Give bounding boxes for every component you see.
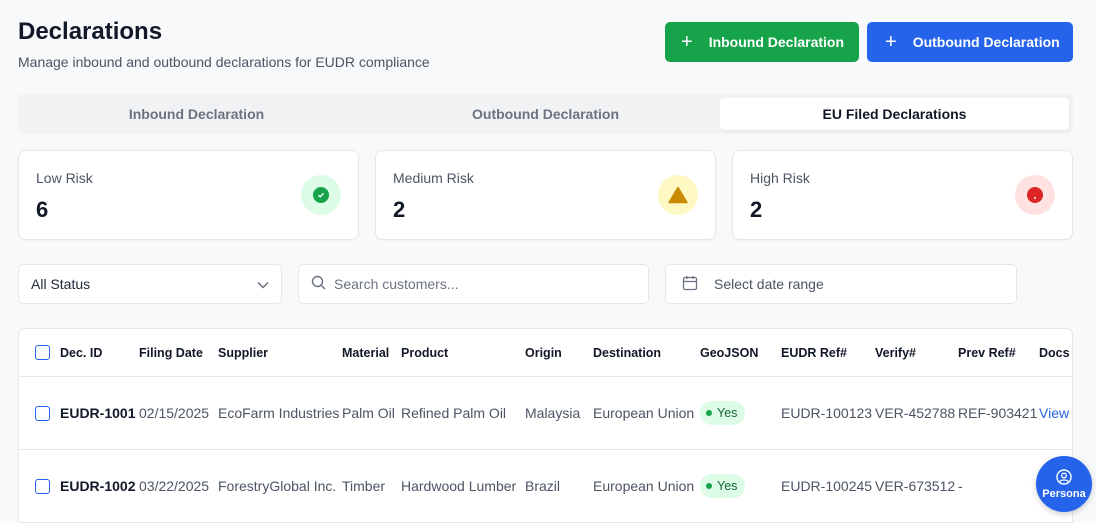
declaration-id: EUDR-1002 xyxy=(60,478,136,494)
column-header: EUDR Ref# xyxy=(781,345,847,360)
calendar-icon xyxy=(682,275,698,294)
page-header: Declarations Manage inbound and outbound… xyxy=(18,18,430,70)
high-risk-count: 2 xyxy=(750,197,763,222)
low-risk-label: Low Risk xyxy=(36,170,93,186)
origin: Malaysia xyxy=(525,405,581,421)
tab-inbound-declaration[interactable]: Inbound Declaration xyxy=(22,98,371,130)
column-header: Destination xyxy=(593,345,662,360)
table-row[interactable]: EUDR-1001 02/15/2025 EcoFarm Industries … xyxy=(19,377,1072,450)
origin: Brazil xyxy=(525,478,561,494)
tab-outbound-declaration[interactable]: Outbound Declaration xyxy=(371,98,720,130)
supplier: EcoFarm Industries xyxy=(218,405,340,421)
eudr-ref: EUDR-100123 xyxy=(781,405,873,421)
destination: European Union xyxy=(593,405,695,421)
medium-risk-card: Medium Risk 2 xyxy=(375,150,716,240)
alert-circle-icon xyxy=(1015,175,1055,215)
column-header: GeoJSON xyxy=(700,345,759,360)
column-header: Material xyxy=(342,345,390,360)
product: Refined Palm Oil xyxy=(401,405,507,421)
column-header: Product xyxy=(401,345,449,360)
filing-date: 02/15/2025 xyxy=(139,405,210,421)
destination: European Union xyxy=(593,478,695,494)
material: Timber xyxy=(342,478,386,494)
geojson-value: Yes xyxy=(717,406,738,420)
geojson-status-badge: Yes xyxy=(700,401,746,425)
column-header: Docs xyxy=(1039,345,1070,360)
column-header: Prev Ref# xyxy=(958,345,1016,360)
search-input[interactable] xyxy=(334,276,636,292)
view-docs-link[interactable]: View xyxy=(1039,377,1069,449)
high-risk-label: High Risk xyxy=(750,170,810,186)
persona-label: Persona xyxy=(1042,487,1086,500)
geojson-value: Yes xyxy=(717,479,738,493)
column-header: Supplier xyxy=(218,345,269,360)
status-select-value: All Status xyxy=(31,276,91,292)
column-header: Filing Date xyxy=(139,345,203,360)
select-all-checkbox[interactable] xyxy=(35,345,50,360)
row-checkbox[interactable] xyxy=(35,405,50,421)
declarations-table: Dec. ID Filing Date Supplier Material Pr… xyxy=(18,328,1073,523)
status-dot-icon xyxy=(706,483,712,489)
chevron-down-icon xyxy=(257,276,269,292)
warning-triangle-icon xyxy=(658,175,698,215)
search-field xyxy=(298,264,649,304)
table-row[interactable]: EUDR-1002 03/22/2025 ForestryGlobal Inc.… xyxy=(19,450,1072,523)
date-range-picker[interactable]: Select date range xyxy=(665,264,1017,304)
supplier: ForestryGlobal Inc. xyxy=(218,478,337,494)
page-title: Declarations xyxy=(18,18,163,45)
product: Hardwood Lumber xyxy=(401,478,517,494)
persona-button[interactable]: Persona xyxy=(1036,456,1092,512)
check-circle-icon xyxy=(301,175,341,215)
prev-ref: REF-903421 xyxy=(958,405,1038,421)
prev-ref: - xyxy=(958,478,963,494)
geojson-status-badge: Yes xyxy=(700,474,746,498)
plus-icon: + xyxy=(681,31,693,53)
column-header: Dec. ID xyxy=(60,345,103,360)
column-header: Origin xyxy=(525,345,562,360)
filing-date: 03/22/2025 xyxy=(139,478,210,494)
tab-eu-filed-declarations[interactable]: EU Filed Declarations xyxy=(720,98,1069,130)
page-subtitle: Manage inbound and outbound declarations… xyxy=(18,54,430,70)
eudr-ref: EUDR-100245 xyxy=(781,478,873,494)
table-header: Dec. ID Filing Date Supplier Material Pr… xyxy=(19,329,1072,377)
declaration-id: EUDR-1001 xyxy=(60,405,136,421)
material: Palm Oil xyxy=(342,405,395,421)
verify-number: VER-452788 xyxy=(875,405,956,421)
date-range-placeholder: Select date range xyxy=(714,276,824,292)
status-dot-icon xyxy=(706,410,712,416)
inbound-declaration-button[interactable]: + Inbound Declaration xyxy=(665,22,859,62)
medium-risk-count: 2 xyxy=(393,197,406,222)
inbound-declaration-label: Inbound Declaration xyxy=(708,34,845,50)
low-risk-card: Low Risk 6 xyxy=(18,150,359,240)
plus-icon: + xyxy=(885,31,897,53)
row-checkbox[interactable] xyxy=(35,478,50,494)
outbound-declaration-label: Outbound Declaration xyxy=(912,34,1060,50)
outbound-declaration-button[interactable]: + Outbound Declaration xyxy=(867,22,1073,62)
status-select[interactable]: All Status xyxy=(18,264,282,304)
search-icon xyxy=(311,275,326,293)
column-header: Verify# xyxy=(875,345,917,360)
low-risk-count: 6 xyxy=(36,197,49,222)
declaration-tabs: Inbound Declaration Outbound Declaration… xyxy=(18,94,1073,134)
verify-number: VER-673512 xyxy=(875,478,956,494)
high-risk-card: High Risk 2 xyxy=(732,150,1073,240)
medium-risk-label: Medium Risk xyxy=(393,170,474,186)
user-circle-icon xyxy=(1056,468,1072,485)
